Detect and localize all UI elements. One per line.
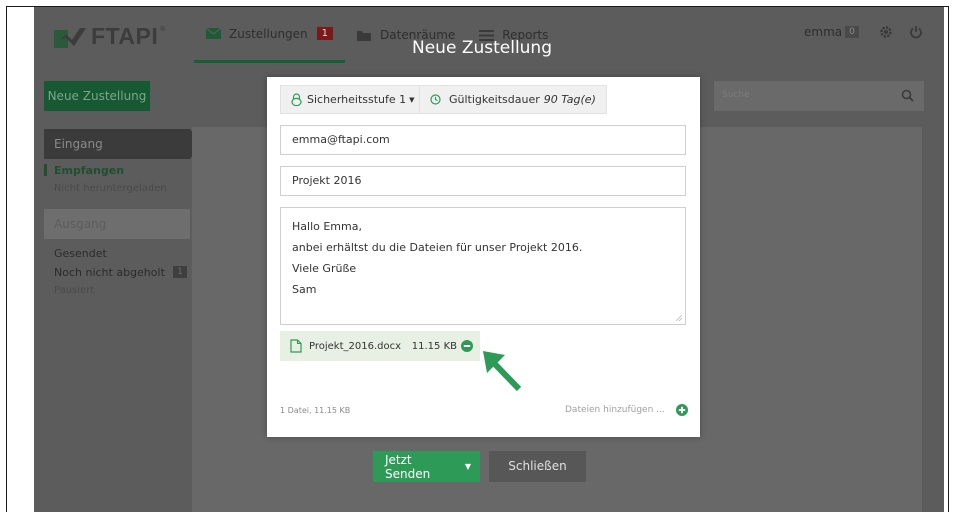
active-item-marker — [44, 164, 47, 176]
tab-zustellungen[interactable]: Zustellungen 1 — [194, 7, 346, 63]
unread-badge: 1 — [316, 27, 334, 40]
new-delivery-button[interactable]: Neue Zustellung — [44, 81, 150, 111]
logo[interactable]: FTAPI ® — [54, 23, 166, 50]
send-now-label: Jetzt Senden — [385, 452, 431, 481]
user-name[interactable]: emma — [804, 25, 842, 39]
message-line: Viele Grüße — [292, 262, 357, 275]
chevron-down-icon: ▼ — [409, 95, 415, 104]
folder-icon — [357, 30, 372, 41]
add-files-label: Dateien hinzufügen ... — [565, 405, 665, 415]
validity-value: 90 Tag(e) — [543, 93, 596, 106]
sidebar-heading-outbox[interactable]: Ausgang — [44, 209, 190, 239]
search-placeholder: Suche — [722, 90, 750, 100]
plus-circle-icon[interactable] — [675, 404, 688, 416]
app-window: FTAPI ® Zustellungen 1 Datenräume Report… — [34, 7, 944, 512]
logo-registered-mark: ® — [159, 25, 167, 33]
message-line: Sam — [292, 283, 317, 296]
sidebar-item-received[interactable]: Empfangen — [54, 164, 124, 177]
not-picked-up-count-badge: 1 — [173, 266, 187, 278]
security-level-dropdown[interactable]: Sicherheitsstufe 1 ▼ — [280, 85, 426, 114]
close-button[interactable]: Schließen — [489, 451, 586, 482]
sidebar-item-sent[interactable]: Gesendet — [54, 247, 107, 260]
resize-handle-icon[interactable] — [675, 314, 682, 321]
sidebar-item-paused[interactable]: Pausiert — [54, 285, 94, 296]
send-now-button[interactable]: Jetzt Senden ▼ — [373, 451, 480, 482]
ftapi-logo-icon — [54, 27, 86, 48]
gear-icon[interactable] — [879, 25, 893, 39]
sidebar-heading-inbox[interactable]: Eingang — [44, 129, 200, 159]
logo-text: FTAPI — [91, 23, 159, 49]
validity-period-button[interactable]: Gültigkeitsdauer 90 Tag(e) — [419, 85, 607, 114]
message-textarea[interactable]: Hallo Emma, anbei erhältst du die Dateie… — [280, 207, 686, 325]
screenshot-frame: FTAPI ® Zustellungen 1 Datenräume Report… — [6, 6, 949, 512]
remove-attachment-icon[interactable] — [461, 340, 473, 352]
recipient-field[interactable]: emma@ftapi.com — [280, 125, 686, 155]
message-line: Hallo Emma, — [292, 220, 362, 233]
lock-icon — [291, 93, 302, 106]
validity-label: Gültigkeitsdauer — [449, 93, 540, 106]
chevron-down-icon[interactable]: ▼ — [456, 462, 480, 471]
power-icon[interactable] — [909, 25, 923, 39]
annotation-arrow-icon — [483, 351, 522, 392]
sidebar-item-not-downloaded[interactable]: Nicht heruntergeladen — [54, 183, 167, 194]
message-line: anbei erhältst du die Dateien für unser … — [292, 241, 583, 254]
envelope-icon — [206, 28, 221, 39]
modal-title: Neue Zustellung — [412, 38, 553, 58]
security-level-label: Sicherheitsstufe 1 — [307, 93, 407, 106]
user-area: emma 0 — [804, 25, 944, 39]
new-delivery-dialog: Sicherheitsstufe 1 ▼ Gültigkeitsdauer 90… — [267, 77, 700, 437]
sidebar-item-not-picked-up[interactable]: Noch nicht abgeholt — [54, 266, 165, 279]
attachment-size: 11.15 KB — [411, 340, 457, 352]
user-notification-badge: 0 — [845, 26, 859, 38]
add-files-link[interactable]: Dateien hinzufügen ... — [565, 404, 688, 416]
search-input[interactable]: Suche — [714, 81, 924, 111]
attachment-item: Projekt_2016.docx 11.15 KB — [280, 331, 480, 361]
attachment-name: Projekt_2016.docx — [309, 340, 402, 352]
file-icon — [290, 339, 302, 353]
search-icon[interactable] — [901, 89, 914, 102]
attachment-summary: 1 Datei, 11.15 KB — [280, 406, 351, 415]
clock-icon — [430, 94, 441, 105]
subject-field[interactable]: Projekt 2016 — [280, 166, 686, 196]
tab-zustellungen-label: Zustellungen — [229, 26, 308, 41]
